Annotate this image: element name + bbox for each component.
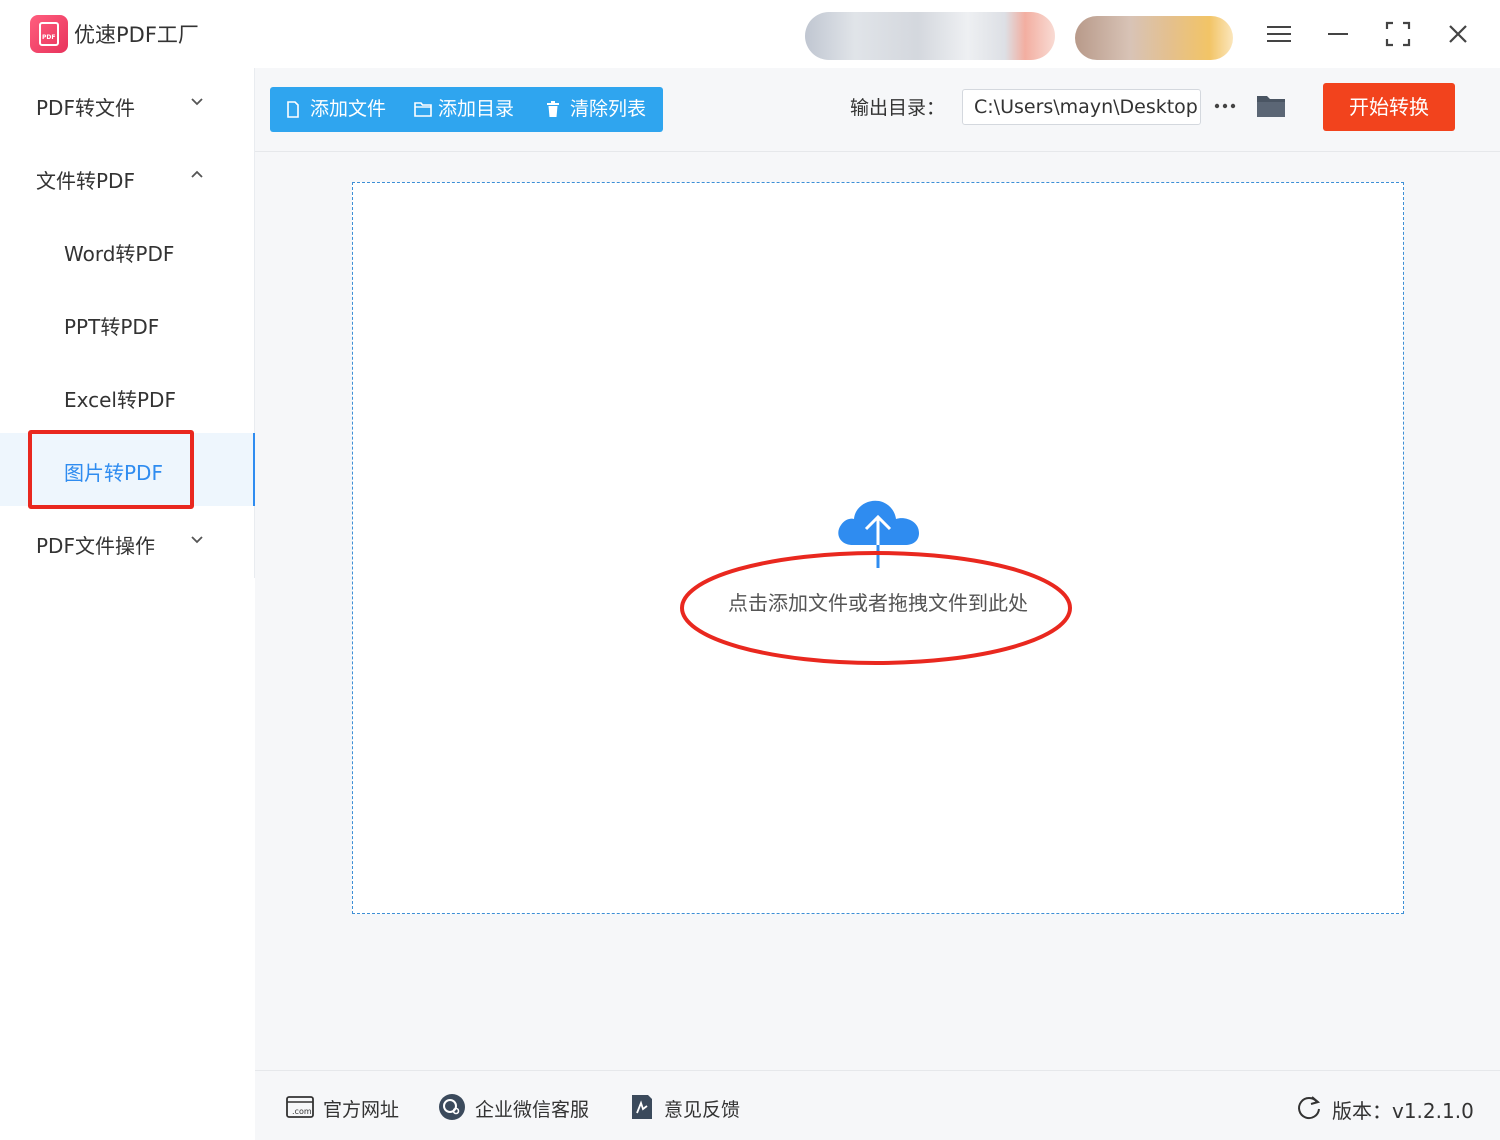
svg-text:.com: .com <box>292 1107 312 1116</box>
sidebar-item-word-to-pdf[interactable]: Word转PDF <box>0 214 255 287</box>
website-icon: .com <box>286 1096 314 1118</box>
file-drop-zone[interactable]: 点击添加文件或者拖拽文件到此处 <box>352 182 1404 914</box>
add-file-button[interactable]: 添加文件 <box>286 87 396 132</box>
official-website-link[interactable]: .com 官方网址 <box>285 1093 415 1121</box>
feedback-link[interactable]: 意见反馈 <box>628 1093 758 1121</box>
output-dir-label: 输出目录： <box>850 97 946 119</box>
trash-icon <box>547 101 559 117</box>
annotation-highlight-box <box>28 430 194 509</box>
open-folder-button[interactable] <box>1255 92 1287 120</box>
chevron-down-icon <box>191 536 203 544</box>
feedback-icon <box>632 1095 652 1119</box>
title-bar: PDF 优速PDF工厂 <box>0 0 1500 68</box>
refresh-icon[interactable] <box>1295 1093 1323 1121</box>
clear-list-button[interactable]: 清除列表 <box>546 87 656 132</box>
start-convert-button[interactable]: 开始转换 <box>1323 83 1455 131</box>
ellipsis-icon <box>1214 103 1236 109</box>
minimize-icon[interactable] <box>1322 18 1354 50</box>
sidebar-item-excel-to-pdf[interactable]: Excel转PDF <box>0 360 255 433</box>
footer: .com 官方网址 企业微信客服 意见反馈 版本：v1.2.1.0 <box>255 1070 1500 1140</box>
blurred-account-info <box>805 12 1055 60</box>
sidebar-item-pdf-operations[interactable]: PDF文件操作 <box>0 506 255 579</box>
chevron-down-icon <box>191 98 203 106</box>
file-button-group: 添加文件 添加目录 清除列表 <box>270 87 663 132</box>
wechat-icon <box>439 1094 465 1120</box>
fullscreen-icon[interactable] <box>1382 18 1414 50</box>
more-options-button[interactable] <box>1212 94 1240 118</box>
sidebar-item-file-to-pdf[interactable]: 文件转PDF <box>0 141 255 214</box>
add-folder-button[interactable]: 添加目录 <box>414 87 526 132</box>
sidebar-item-pdf-to-file[interactable]: PDF转文件 <box>0 68 255 141</box>
sidebar-item-ppt-to-pdf[interactable]: PPT转PDF <box>0 287 255 360</box>
hamburger-icon[interactable] <box>1263 18 1295 50</box>
app-title: 优速PDF工厂 <box>74 23 199 47</box>
wechat-support-link[interactable]: 企业微信客服 <box>437 1093 607 1121</box>
folder-icon <box>1257 96 1285 117</box>
file-icon <box>287 101 299 118</box>
app-logo-icon: PDF <box>30 15 68 53</box>
annotation-ellipse <box>680 551 1072 665</box>
toolbar: 添加文件 添加目录 清除列表 输出目录： C:\Users\mayn\Deskt… <box>255 68 1500 152</box>
main-panel: 添加文件 添加目录 清除列表 输出目录： C:\Users\mayn\Deskt… <box>255 68 1500 1070</box>
blurred-vip-badge <box>1075 16 1233 60</box>
version-info: 版本：v1.2.1.0 <box>1295 1093 1475 1123</box>
chevron-up-icon <box>191 170 203 178</box>
output-dir-field[interactable]: C:\Users\mayn\Desktop <box>962 89 1201 125</box>
folder-outline-icon <box>414 102 432 117</box>
close-icon[interactable] <box>1442 18 1474 50</box>
